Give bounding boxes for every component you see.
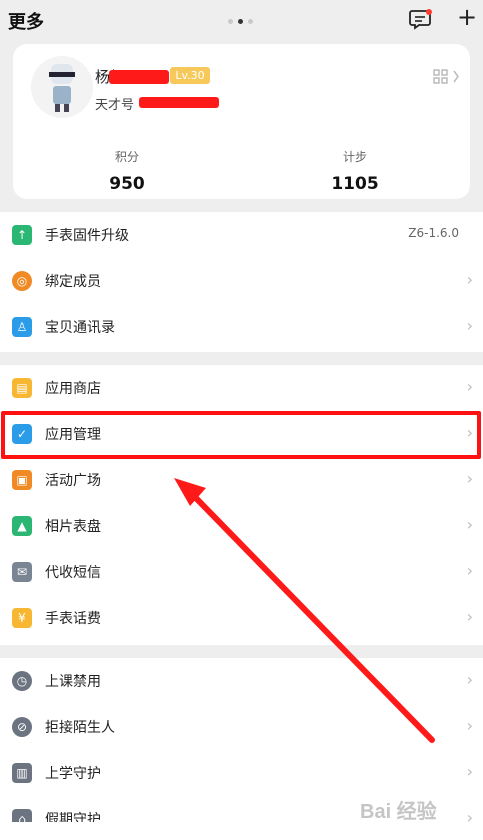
annotation-arrow xyxy=(174,478,435,743)
bottom-tab-bar xyxy=(0,822,483,840)
watermark: Bai 经验 xyxy=(360,801,437,823)
